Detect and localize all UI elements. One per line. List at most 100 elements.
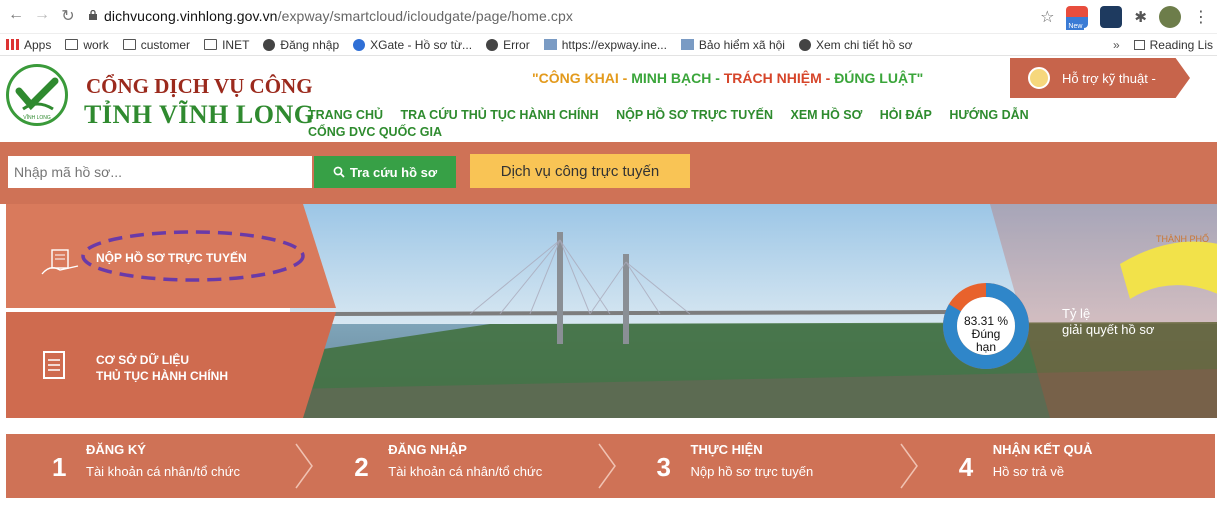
site-title-line2: TỈNH VĨNH LONG	[84, 100, 315, 129]
menu-dots-icon[interactable]: ⋮	[1193, 7, 1209, 27]
site-icon	[680, 39, 694, 50]
city-sign: THÀNH PHỐ	[1156, 233, 1209, 244]
new-badge: New	[1066, 23, 1085, 30]
bookmark-customer[interactable]: customer	[122, 37, 191, 52]
steps-section: 1 ĐĂNG KÝ Tài khoản cá nhân/tổ chức 2 ĐĂ…	[0, 418, 1217, 505]
menu-tra-cuu-thu-tuc[interactable]: TRA CỨU THỦ TỤC HÀNH CHÍNH	[400, 108, 598, 122]
slogan-part: "CÔNG KHAI -	[532, 70, 632, 86]
bookmark-apps[interactable]: Apps	[6, 38, 51, 52]
bookmark-label: work	[83, 37, 109, 52]
globe-icon	[798, 38, 811, 51]
site-icon	[543, 39, 557, 50]
site-header: VĨNH LONG CỔNG DỊCH VỤ CÔNG TỈNH VĨNH LO…	[0, 56, 1217, 142]
support-headset-icon	[1028, 67, 1050, 89]
folder-icon	[65, 39, 79, 50]
slogan-part: ĐÚNG LUẬT"	[834, 70, 924, 86]
support-label: Hỗ trợ kỹ thuật -	[1062, 70, 1156, 86]
procedure-database-label: CƠ SỞ DỮ LIỆU THỦ TỤC HÀNH CHÍNH	[96, 352, 228, 384]
search-band: Tra cứu hồ sơ Dịch vụ công trực tuyến	[0, 142, 1217, 204]
bookmark-dang-nhap[interactable]: Đăng nhập	[263, 38, 339, 52]
bookmarks-right: » Reading Lis	[1113, 38, 1213, 52]
slogan: "CÔNG KHAI - MINH BẠCH - TRÁCH NHIỆM - Đ…	[532, 70, 923, 86]
step-register[interactable]: 1 ĐĂNG KÝ Tài khoản cá nhân/tổ chức	[6, 434, 314, 498]
folder-icon	[122, 39, 136, 50]
url-path: /expway/smartcloud/icloudgate/page/home.…	[277, 8, 573, 24]
step-title: ĐĂNG KÝ	[86, 442, 146, 457]
online-services-button[interactable]: Dịch vụ công trực tuyến	[470, 154, 690, 188]
bookmark-label: XGate - Hồ sơ từ...	[370, 37, 473, 52]
search-icon	[333, 166, 345, 178]
menu-hoi-dap[interactable]: HỎI ĐÁP	[880, 108, 932, 122]
search-button-label: Tra cứu hồ sơ	[349, 164, 438, 180]
stat-sub: Đúng hạn	[971, 327, 1001, 354]
puzzle-extensions-icon[interactable]: ✱	[1134, 8, 1147, 26]
support-button[interactable]: Hỗ trợ kỹ thuật -	[1010, 58, 1190, 98]
step-receive-result[interactable]: 4 NHẬN KẾT QUẢ Hồ sơ trả về	[913, 434, 1215, 498]
forward-arrow-icon[interactable]: →	[30, 6, 54, 24]
step-desc: Tài khoản cá nhân/tổ chức	[86, 464, 240, 479]
step-title: THỰC HIỆN	[690, 442, 763, 457]
bookmark-label: INET	[222, 37, 250, 52]
profile-avatar-icon[interactable]	[1159, 6, 1181, 28]
step-desc: Hồ sơ trả về	[992, 464, 1065, 479]
bookmark-label: Apps	[24, 37, 52, 52]
bookmark-error[interactable]: Error	[486, 38, 530, 52]
document-hand-icon	[41, 249, 79, 275]
reading-list-button[interactable]: Reading Lis	[1150, 38, 1213, 52]
bookmark-expway[interactable]: https://expway.ine...	[543, 38, 667, 52]
globe-icon	[263, 38, 276, 51]
menu-huong-dan[interactable]: HƯỚNG DẪN	[949, 108, 1028, 122]
slogan-part: MINH BẠCH -	[631, 70, 724, 86]
back-arrow-icon[interactable]: ←	[4, 6, 28, 24]
bookmark-xgate[interactable]: XGate - Hồ sơ từ...	[353, 38, 472, 52]
reload-icon[interactable]: ↻	[56, 6, 80, 26]
bookmark-label: Đăng nhập	[280, 37, 340, 52]
ratio-line2: giải quyết hồ sơ	[1062, 322, 1155, 337]
menu-nop-ho-so[interactable]: NỘP HỒ SƠ TRỰC TUYẾN	[616, 108, 773, 122]
more-bookmarks-button[interactable]: »	[1113, 38, 1120, 52]
step-number: 3	[656, 452, 671, 482]
extension-icon[interactable]	[1100, 6, 1123, 28]
on-time-stat: 83.31 % Đúng hạn	[962, 315, 1010, 354]
bookmark-label: customer	[140, 37, 191, 52]
reading-list-icon[interactable]	[1133, 40, 1145, 50]
step-perform[interactable]: 3 THỰC HIỆN Nộp hồ sơ trực tuyến	[611, 434, 918, 498]
address-bar-url[interactable]: dichvucong.vinhlong.gov.vn/expway/smartc…	[104, 8, 573, 24]
site-title-line1: CỔNG DỊCH VỤ CÔNG	[86, 74, 313, 98]
step-login[interactable]: 2 ĐĂNG NHẬP Tài khoản cá nhân/tổ chức	[308, 434, 616, 498]
step-title: ĐĂNG NHẬP	[388, 442, 467, 457]
star-bookmark-icon[interactable]: ☆	[1040, 7, 1054, 27]
step-desc: Nộp hồ sơ trực tuyến	[690, 464, 814, 479]
hero-banner: THÀNH PHỐ NỘP HỒ SƠ TRỰC TUYẾN CƠ SỞ DỮ …	[0, 204, 1217, 418]
menu-xem-ho-so[interactable]: XEM HỒ SƠ	[790, 108, 862, 122]
tile2-line2: THỦ TỤC HÀNH CHÍNH	[96, 369, 228, 383]
step-number: 4	[958, 452, 974, 482]
new-extension-icon[interactable]: New	[1066, 6, 1089, 30]
tile2-line1: CƠ SỞ DỮ LIỆU	[96, 353, 190, 367]
bookmarks-bar: Apps work customer INET Đăng nhập XGate …	[0, 34, 1217, 56]
menu-trang-chu[interactable]: TRANG CHỦ	[308, 108, 383, 122]
resolution-ratio-label: Tỷ lệ giải quyết hồ sơ	[1062, 306, 1154, 338]
bookmark-bhxh[interactable]: Bảo hiểm xã hội	[680, 37, 785, 52]
lock-icon	[89, 10, 97, 20]
search-input[interactable]	[8, 156, 312, 188]
search-button[interactable]: Tra cứu hồ sơ	[314, 156, 456, 188]
bookmark-xem-chi-tiet[interactable]: Xem chi tiết hồ sơ	[798, 37, 913, 52]
procedure-database-tile[interactable]: CƠ SỞ DỮ LIỆU THỦ TỤC HÀNH CHÍNH	[6, 312, 336, 418]
step-number: 2	[354, 452, 369, 482]
ratio-line1: Tỷ lệ	[1062, 306, 1091, 321]
logo-checkmark-icon: VĨNH LONG	[15, 77, 59, 121]
url-host: dichvucong.vinhlong.gov.vn	[104, 8, 278, 24]
main-menu: TRANG CHỦ TRA CỨU THỦ TỤC HÀNH CHÍNH NỘP…	[308, 108, 1043, 139]
folder-icon	[204, 39, 218, 50]
xgate-icon	[353, 38, 366, 51]
bookmark-label: Error	[503, 37, 530, 52]
menu-cong-dvc-quoc-gia[interactable]: CỔNG DVC QUỐC GIA	[308, 125, 442, 139]
bookmark-work[interactable]: work	[65, 37, 109, 52]
site-logo[interactable]: VĨNH LONG	[6, 64, 68, 126]
slogan-part: TRÁCH NHIỆM -	[723, 70, 835, 86]
bookmark-inet[interactable]: INET	[204, 38, 249, 52]
bookmark-label: Xem chi tiết hồ sơ	[815, 37, 913, 52]
bookmark-label: Bảo hiểm xã hội	[698, 37, 785, 52]
online-submission-tile[interactable]: NỘP HỒ SƠ TRỰC TUYẾN	[6, 204, 336, 308]
